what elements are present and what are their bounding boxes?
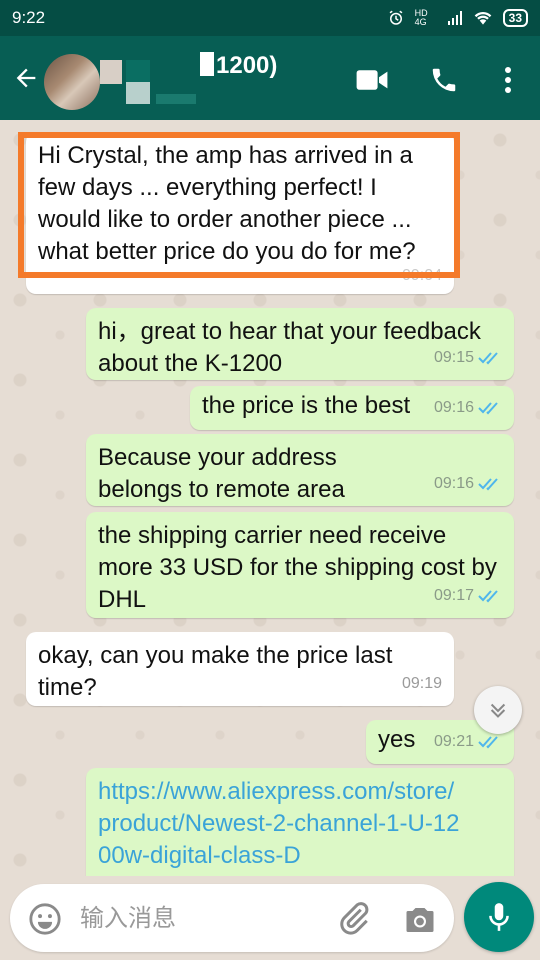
message-time: 09:16 [433, 399, 474, 416]
contact-name-text: 1200) [216, 52, 278, 79]
chat-area[interactable]: Hi Crystal, the amp has arrived in a few… [0, 120, 540, 876]
battery-indicator: 33 [502, 9, 528, 27]
message-text: okay, can you make the price last time? [38, 642, 393, 701]
double-chevron-down-icon [490, 703, 506, 718]
message-time: 09:04 [401, 267, 442, 284]
more-options-button[interactable] [488, 60, 528, 100]
emoji-icon[interactable] [28, 902, 62, 936]
message-time: 09:16 [433, 475, 474, 492]
message-incoming[interactable]: okay, can you make the price last time? … [26, 632, 454, 706]
contact-name-redaction [100, 60, 200, 104]
message-outgoing-link[interactable]: https://www.aliexpress.com/store/product… [86, 768, 514, 876]
camera-icon[interactable] [402, 902, 438, 938]
alarm-icon [389, 10, 403, 25]
message-time: 09:21 [433, 733, 474, 750]
voice-call-button[interactable] [424, 60, 464, 100]
double-tick-icon [478, 736, 498, 749]
message-time: 09:17 [433, 587, 474, 604]
message-outgoing[interactable]: Because your address belongs to remote a… [86, 434, 514, 506]
microphone-icon [489, 903, 509, 931]
back-arrow-icon [16, 68, 36, 88]
video-call-button[interactable] [352, 60, 392, 100]
back-button[interactable] [8, 58, 44, 98]
paperclip-icon[interactable] [336, 900, 372, 936]
message-composer [10, 884, 454, 952]
message-link[interactable]: https://www.aliexpress.com/store/product… [98, 776, 502, 872]
contact-avatar[interactable] [44, 54, 100, 110]
message-incoming[interactable]: Hi Crystal, the amp has arrived in a few… [26, 132, 454, 294]
name-redaction-mark [200, 52, 214, 76]
chat-header: 1200) [0, 36, 540, 120]
phone-icon [432, 68, 456, 92]
wifi-icon [474, 11, 491, 25]
contact-name[interactable]: 1200) [200, 52, 277, 80]
message-time: 09:15 [433, 349, 474, 366]
message-outgoing[interactable]: hi，great to hear that your feedback abou… [86, 308, 514, 380]
signal-icon [447, 11, 462, 25]
double-tick-icon [478, 590, 498, 603]
signal-label: HD 4G [414, 8, 428, 27]
message-time: 09:19 [401, 675, 442, 692]
message-outgoing[interactable]: the price is the best 09:16 [190, 386, 514, 430]
double-tick-icon [478, 402, 498, 415]
voice-record-button[interactable] [464, 882, 534, 952]
status-icons: HD 4G 33 [387, 9, 528, 27]
scroll-to-bottom-button[interactable] [474, 686, 522, 734]
status-bar: 9:22 HD 4G 33 [0, 0, 540, 36]
status-time: 9:22 [12, 8, 46, 27]
double-tick-icon [478, 352, 498, 365]
message-outgoing[interactable]: the shipping carrier need receive more 3… [86, 512, 514, 618]
message-text: Hi Crystal, the amp has arrived in a few… [38, 142, 416, 265]
double-tick-icon [478, 478, 498, 491]
video-call-icon [356, 70, 388, 90]
more-vert-icon [505, 67, 511, 93]
message-input[interactable] [80, 900, 330, 936]
